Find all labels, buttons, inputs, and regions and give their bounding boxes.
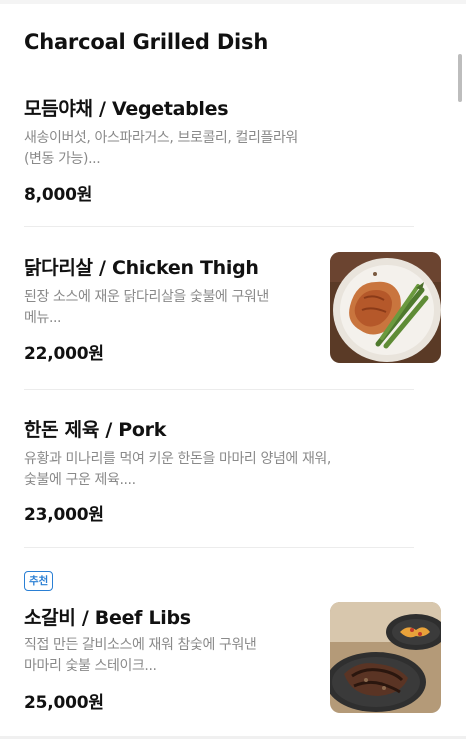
description-line: 마마리 숯불 스테이크...: [24, 658, 157, 674]
description-line: 새송이버섯, 아스파라거스, 브로콜리, 컬리플라워: [24, 130, 298, 146]
section-title: Charcoal Grilled Dish: [24, 30, 269, 54]
menu-item-name: 닭다리살 / Chicken Thigh: [24, 257, 259, 279]
menu-item-name: 한돈 제육 / Pork: [24, 419, 167, 441]
description-line: 숯불에 구운 제육....: [24, 472, 136, 488]
beef-ribs-photo[interactable]: [330, 602, 441, 713]
menu-item-name: 소갈비 / Beef Libs: [24, 607, 191, 629]
top-edge: [0, 0, 466, 4]
recommended-badge: 추천: [24, 571, 54, 591]
chicken-thigh-photo[interactable]: [330, 252, 441, 363]
menu-item-description: 유황과 미나리를 먹여 키운 한돈을 마마리 양념에 재워, 숯불에 구운 제육…: [24, 449, 331, 491]
menu-item-price: 23,000원: [24, 505, 104, 525]
description-line: 메뉴...: [24, 310, 62, 326]
divider: [24, 547, 414, 548]
menu-item-name: 모듬야채 / Vegetables: [24, 98, 229, 120]
scrollbar[interactable]: [458, 54, 462, 102]
menu-item-price: 22,000원: [24, 344, 104, 364]
menu-item-description: 새송이버섯, 아스파라거스, 브로콜리, 컬리플라워 (변동 가능)...: [24, 128, 298, 170]
divider: [24, 389, 414, 390]
divider: [24, 226, 414, 227]
description-line: 유황과 미나리를 먹여 키운 한돈을 마마리 양념에 재워,: [24, 451, 331, 467]
description-line: 된장 소스에 재운 닭다리살을 숯불에 구워낸: [24, 289, 269, 305]
menu-item-description: 된장 소스에 재운 닭다리살을 숯불에 구워낸 메뉴...: [24, 287, 269, 329]
description-line: 직접 만든 갈비소스에 재워 참숯에 구워낸: [24, 637, 257, 653]
menu-item-price: 25,000원: [24, 693, 104, 713]
menu-item-description: 직접 만든 갈비소스에 재워 참숯에 구워낸 마마리 숯불 스테이크...: [24, 635, 257, 677]
description-line: (변동 가능)...: [24, 151, 101, 167]
menu-item-price: 8,000원: [24, 185, 93, 205]
